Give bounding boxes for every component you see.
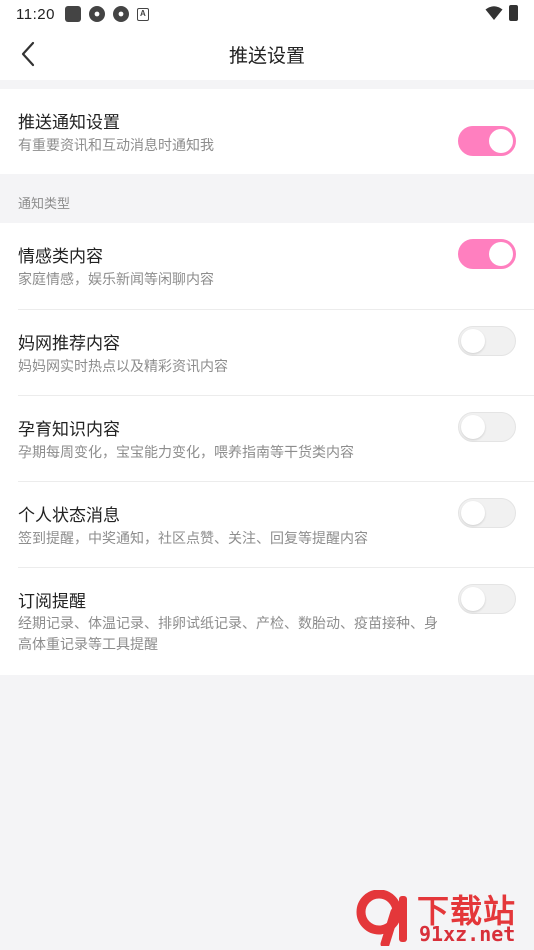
toggle-knob [489,129,513,153]
group-label: 通知类型 [18,197,71,212]
list-item-personal-status: 个人状态消息 签到提醒，中奖通知，社区点赞、关注、回复等提醒内容 [0,482,534,568]
toggle-knob [489,242,513,266]
a-badge-icon: A [136,7,149,21]
watermark-domain: 91xz.net [419,922,516,946]
toggle-knob [461,501,485,525]
status-bar: 11:20 A [0,0,534,28]
item-description: 孕期每周变化，宝宝能力变化，喂养指南等干货类内容 [18,445,354,461]
list-item-parenting: 孕育知识内容 孕期每周变化，宝宝能力变化，喂养指南等干货类内容 [0,396,534,482]
app-notification-icon [64,6,81,22]
list-item-recommend: 妈网推荐内容 妈妈网实时热点以及精彩资讯内容 [0,310,534,396]
page-title: 推送设置 [228,45,305,67]
aperture-icon [112,6,129,22]
navigation-bar: 推送设置 [0,28,534,80]
wifi-icon [485,6,503,20]
item-title: 孕育知识内容 [18,420,120,440]
item-description: 妈妈网实时热点以及精彩资讯内容 [18,359,228,375]
push-main-title: 推送通知设置 [18,113,120,133]
toggle-knob [461,587,485,611]
recommend-toggle[interactable] [458,326,516,356]
item-title: 个人状态消息 [18,506,120,526]
toggle-knob [461,415,485,439]
toggle-knob [461,329,485,353]
personal-status-toggle[interactable] [458,498,516,528]
aperture-icon [88,6,105,22]
watermark-logo: 下载站 91xz.net [355,886,530,948]
status-time: 11:20 [16,5,55,23]
emotion-toggle[interactable] [458,239,516,269]
item-title: 妈网推荐内容 [18,334,120,354]
battery-icon [509,5,518,21]
push-main-description: 有重要资讯和互动消息时通知我 [18,138,214,154]
parenting-toggle[interactable] [458,412,516,442]
item-description: 家庭情感，娱乐新闻等闲聊内容 [18,272,214,288]
item-title: 订阅提醒 [18,592,86,612]
watermark-emblem-icon [356,890,407,946]
subscription-toggle[interactable] [458,584,516,614]
push-main-row: 推送通知设置 有重要资讯和互动消息时通知我 [0,89,534,174]
system-icons [485,5,518,21]
item-title: 情感类内容 [18,247,103,267]
item-description: 签到提醒，中奖通知，社区点赞、关注、回复等提醒内容 [18,531,368,547]
notification-icons: A [64,6,149,22]
push-main-section: 推送通知设置 有重要资讯和互动消息时通知我 [0,89,534,174]
item-description: 经期记录、体温记录、排卵试纸记录、产检、数胎动、疫苗接种、身高体重记录等工具提醒 [18,616,438,653]
list-item-emotion: 情感类内容 家庭情感，娱乐新闻等闲聊内容 [0,223,534,310]
push-main-toggle[interactable] [458,126,516,156]
list-item-subscription: 订阅提醒 经期记录、体温记录、排卵试纸记录、产检、数胎动、疫苗接种、身高体重记录… [0,568,534,675]
notification-types-section: 情感类内容 家庭情感，娱乐新闻等闲聊内容 妈网推荐内容 妈妈网实时热点以及精彩资… [0,223,534,675]
